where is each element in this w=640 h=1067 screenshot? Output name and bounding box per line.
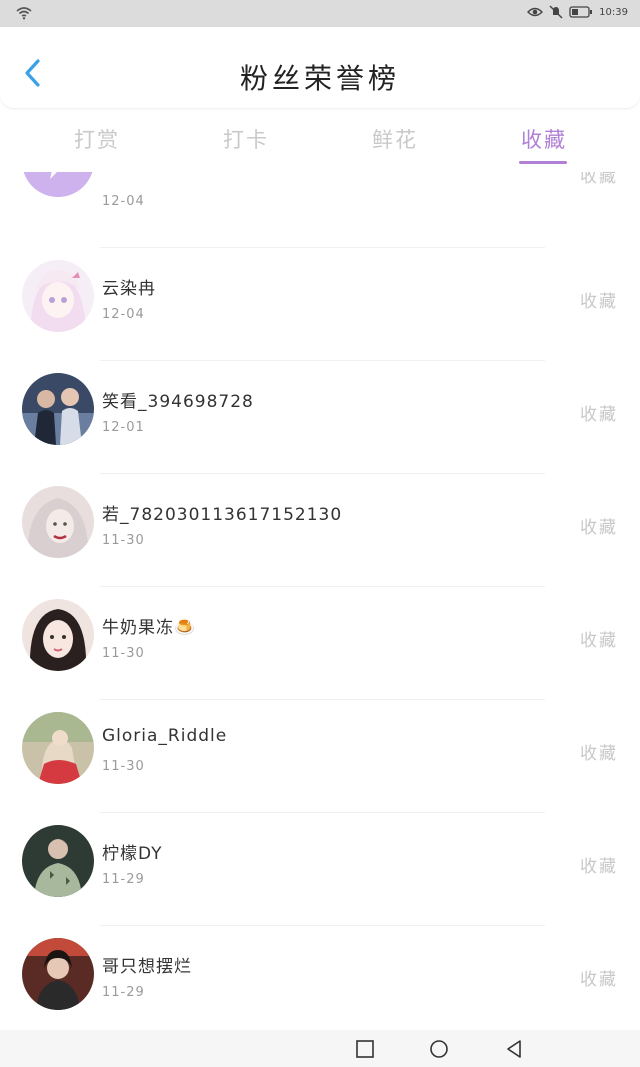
list-item[interactable]: 云染冉 12-04 收藏: [0, 247, 640, 360]
list-item-date: 12-04: [102, 307, 145, 322]
divider: [100, 925, 545, 926]
list-item-name: Gloria_Riddle: [102, 726, 228, 746]
header: 粉丝荣誉榜: [0, 27, 640, 108]
list-item[interactable]: 哥只想摆烂 11-29 收藏: [0, 925, 640, 1030]
home-icon[interactable]: [429, 1039, 449, 1059]
list-item[interactable]: 牛奶果冻🍮 11-30 收藏: [0, 586, 640, 699]
list-item-name: 牛奶果冻🍮: [102, 618, 197, 638]
list-item[interactable]: Gloria_Riddle 11-30 收藏: [0, 699, 640, 812]
divider: [100, 360, 545, 361]
divider: [100, 247, 545, 248]
list-item-action[interactable]: 收藏: [580, 965, 618, 990]
list-item[interactable]: 笑看_394698728 12-01 收藏: [0, 360, 640, 473]
avatar: [22, 260, 94, 332]
recent-apps-icon[interactable]: [355, 1039, 375, 1059]
back-nav-icon[interactable]: [504, 1039, 524, 1059]
tab-bar: 打赏 打卡 鲜花 收藏: [0, 112, 640, 172]
list-item-action[interactable]: 收藏: [580, 287, 618, 312]
list-item-name: 云染冉: [102, 279, 156, 299]
list-item-date: 11-30: [102, 533, 145, 548]
divider: [100, 586, 545, 587]
page-title: 粉丝荣誉榜: [239, 62, 400, 95]
list-item-date: 12-01: [102, 420, 145, 435]
list-item-date: 11-29: [102, 985, 145, 1000]
list-item[interactable]: 若_782030113617152130 11-30 收藏: [0, 473, 640, 586]
list-item-date: 11-30: [102, 759, 145, 774]
avatar: [22, 486, 94, 558]
avatar: [22, 599, 94, 671]
avatar: [22, 712, 94, 784]
avatar: [22, 825, 94, 897]
list-item[interactable]: 12-04 收藏: [0, 172, 640, 225]
tab-flowers[interactable]: 鲜花: [372, 124, 418, 154]
system-nav-bar: [0, 1030, 640, 1067]
list-item-action[interactable]: 收藏: [580, 852, 618, 877]
list-item-date: 12-04: [102, 194, 145, 209]
divider: [100, 473, 545, 474]
list-item-action[interactable]: 收藏: [580, 739, 618, 764]
list-item-date: 11-30: [102, 646, 145, 661]
tab-checkin[interactable]: 打卡: [223, 124, 269, 154]
list-item-date: 11-29: [102, 872, 145, 887]
list-item-name: 若_782030113617152130: [102, 505, 343, 525]
fan-list[interactable]: 12-04 收藏 云染冉 12-04 收藏 笑看_394698728 12-01…: [0, 172, 640, 1030]
list-item-name: 哥只想摆烂: [102, 957, 192, 977]
status-bar: 10:39: [0, 0, 640, 27]
avatar: [22, 938, 94, 1010]
tab-reward[interactable]: 打赏: [74, 124, 120, 154]
list-item-name: 柠檬DY: [102, 844, 163, 864]
tab-favorites[interactable]: 收藏: [521, 124, 567, 154]
list-item-action[interactable]: 收藏: [580, 400, 618, 425]
battery-icon: [569, 6, 593, 18]
divider: [100, 812, 545, 813]
wifi-icon: [16, 7, 32, 20]
list-item[interactable]: 柠檬DY 11-29 收藏: [0, 812, 640, 925]
list-item-name: 笑看_394698728: [102, 392, 254, 412]
avatar: [22, 373, 94, 445]
status-time: 10:39: [599, 6, 628, 18]
mute-icon: [549, 5, 563, 19]
divider: [100, 699, 545, 700]
list-item-action[interactable]: 收藏: [580, 172, 618, 187]
active-tab-indicator: [519, 161, 567, 164]
list-item-action[interactable]: 收藏: [580, 513, 618, 538]
list-item-action[interactable]: 收藏: [580, 626, 618, 651]
avatar: [22, 172, 94, 197]
eye-icon: [527, 7, 544, 17]
